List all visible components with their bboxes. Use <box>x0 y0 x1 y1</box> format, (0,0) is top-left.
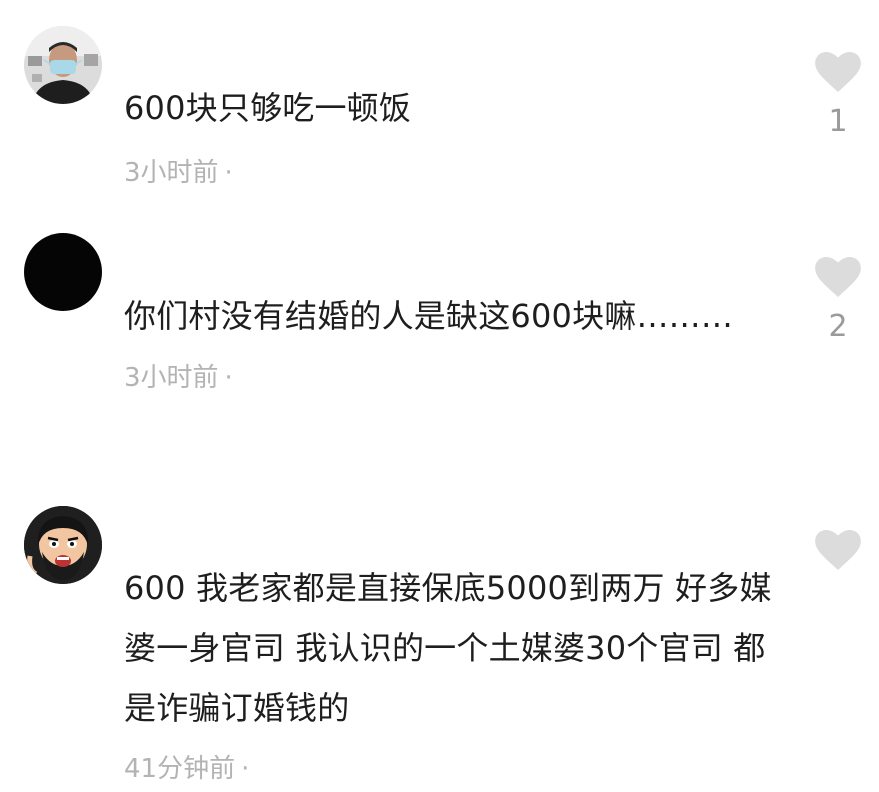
like-button[interactable]: 2 <box>808 257 868 344</box>
user-avatar[interactable] <box>24 233 102 311</box>
comment-text: 600 我老家都是直接保底5000到两万 好多媒婆一身官司 我认识的一个土媒婆3… <box>124 569 772 727</box>
comment-time: 41分钟前 <box>124 754 236 784</box>
meta-separator: · <box>241 754 250 784</box>
comment-meta: 41分钟前 · <box>124 748 249 785</box>
meta-separator: · <box>224 363 233 393</box>
heart-icon <box>815 257 861 297</box>
comment-meta: 3小时前 · <box>124 152 233 189</box>
like-count: 1 <box>828 104 848 139</box>
heart-icon <box>815 52 861 92</box>
user-avatar[interactable] <box>24 26 102 104</box>
comment-item-3: 600 我老家都是直接保底5000到两万 好多媒婆一身官司 我认识的一个土媒婆3… <box>0 480 879 792</box>
heart-icon <box>815 530 861 570</box>
like-button[interactable] <box>808 530 868 582</box>
like-count: 2 <box>828 309 848 344</box>
comment-time: 3小时前 <box>124 363 219 393</box>
user-avatar[interactable] <box>24 506 102 584</box>
cartoon-bearded-avatar-icon <box>24 506 102 584</box>
comment-meta: 3小时前 · <box>124 357 233 394</box>
comment-text: 600块只够吃一顿饭 <box>124 89 412 127</box>
meta-separator: · <box>224 158 233 188</box>
like-button[interactable]: 1 <box>808 52 868 139</box>
comment-text: 你们村没有结婚的人是缺这600块嘛……… <box>124 297 734 335</box>
comment-time: 3小时前 <box>124 158 219 188</box>
black-avatar-icon <box>24 233 102 311</box>
masked-man-avatar-icon <box>24 26 102 104</box>
comment-item-2: 你们村没有结婚的人是缺这600块嘛……… 3小时前 · 2 <box>0 200 879 440</box>
comment-item-1: 600块只够吃一顿饭 3小时前 · 1 <box>0 0 879 200</box>
